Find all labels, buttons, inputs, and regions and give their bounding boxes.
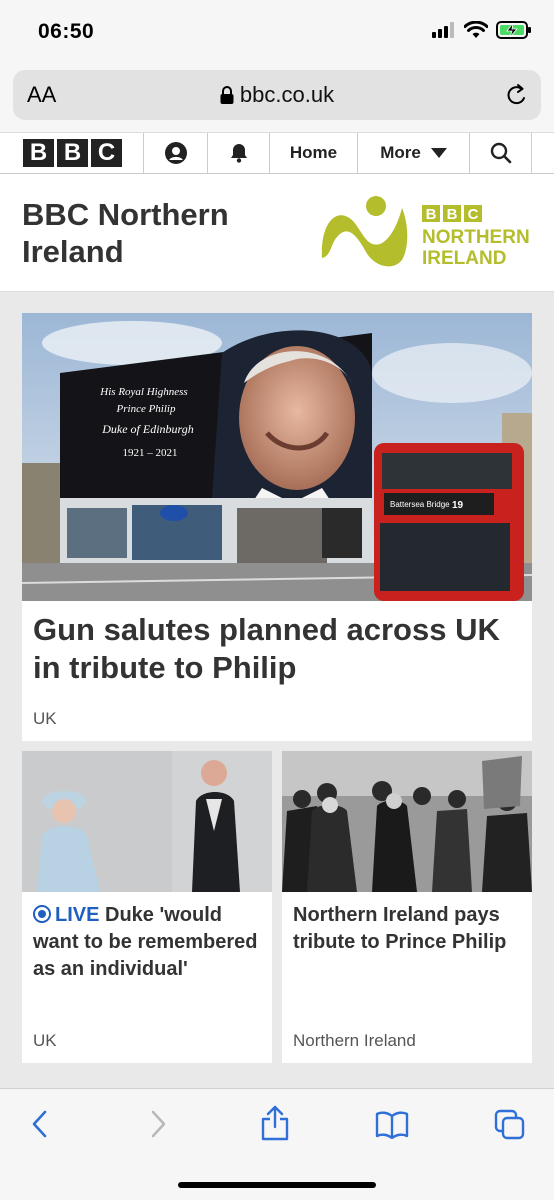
billboard-line-3: Duke of Edinburgh <box>101 422 194 436</box>
main-story-image[interactable]: His Royal Highness Prince Philip Duke of… <box>22 313 532 601</box>
reload-icon[interactable] <box>505 82 529 108</box>
story-right-image[interactable] <box>282 751 532 892</box>
main-story-card[interactable]: His Royal Highness Prince Philip Duke of… <box>22 313 532 741</box>
search-button[interactable] <box>470 133 532 173</box>
story-left-tag[interactable]: UK <box>33 1031 57 1051</box>
bell-icon <box>230 144 247 163</box>
piccadilly-billboard-photo: His Royal Highness Prince Philip Duke of… <box>22 313 532 601</box>
cellular-signal-icon <box>432 22 454 38</box>
queen-and-philip-photo <box>22 751 272 892</box>
account-button[interactable] <box>144 133 208 173</box>
section-header: BBC Northern Ireland B B C NORTHERN IREL… <box>0 174 554 292</box>
story-right-headline[interactable]: Northern Ireland pays tribute to Prince … <box>293 902 523 956</box>
nav-more-label: More <box>380 143 421 162</box>
billboard-line-4: 1921 – 2021 <box>123 447 178 459</box>
logo-letter: B <box>447 206 458 223</box>
crowd-photo <box>282 751 532 892</box>
main-story-headline[interactable]: Gun salutes planned across UK in tribute… <box>33 611 521 687</box>
billboard-line-1: His Royal Highness <box>99 386 187 398</box>
battery-charging-icon <box>496 21 531 39</box>
back-arrow-icon[interactable] <box>30 1109 50 1139</box>
story-card-left[interactable]: LIVE Duke 'would want to be remembered a… <box>22 751 272 1063</box>
story-right-tag[interactable]: Northern Ireland <box>293 1031 416 1051</box>
url-display[interactable]: bbc.co.uk <box>13 82 541 108</box>
status-icons <box>432 20 532 40</box>
status-bar: 06:50 <box>0 0 554 64</box>
bus-destination-text: Battersea Bridge <box>390 500 450 509</box>
story-card-right[interactable]: Northern Ireland pays tribute to Prince … <box>282 751 532 1063</box>
forward-arrow-icon[interactable] <box>148 1109 168 1139</box>
nav-home[interactable]: Home <box>270 133 358 173</box>
bbc-logo-letter: B <box>23 139 54 167</box>
search-icon <box>490 142 511 164</box>
logo-ireland-text: IRELAND <box>422 248 506 269</box>
status-time: 06:50 <box>38 20 95 43</box>
tabs-icon[interactable] <box>494 1109 526 1141</box>
live-label: LIVE <box>55 904 100 926</box>
lock-icon <box>220 86 234 104</box>
bbc-logo-letter: C <box>91 139 122 167</box>
bbc-logo[interactable]: B B C <box>0 133 144 173</box>
bookmarks-icon[interactable] <box>375 1111 409 1139</box>
notifications-button[interactable] <box>208 133 270 173</box>
url-text: bbc.co.uk <box>239 82 335 107</box>
live-indicator-icon <box>33 905 51 923</box>
bbc-navigation-bar: B B C Home More <box>0 132 554 174</box>
nav-more[interactable]: More <box>358 133 470 173</box>
logo-letter: B <box>426 206 437 223</box>
address-bar[interactable]: AA bbc.co.uk <box>13 70 541 120</box>
bbc-northern-ireland-logo[interactable]: B B C NORTHERN IRELAND <box>318 194 536 274</box>
share-icon[interactable] <box>260 1105 290 1141</box>
logo-northern-text: NORTHERN <box>422 227 530 248</box>
triangle-down-icon <box>430 148 447 158</box>
bus-number-text: 19 <box>452 500 464 511</box>
story-left-headline[interactable]: LIVE Duke 'would want to be remembered a… <box>33 902 263 983</box>
main-story-tag[interactable]: UK <box>33 709 57 729</box>
page-title: BBC Northern Ireland <box>22 197 229 269</box>
bbc-logo-letter: B <box>57 139 88 167</box>
wifi-icon <box>464 21 488 38</box>
browser-address-area: AA bbc.co.uk <box>0 64 554 132</box>
account-icon <box>164 142 187 164</box>
story-left-image[interactable] <box>22 751 272 892</box>
logo-letter: C <box>468 206 479 223</box>
billboard-line-2: Prince Philip <box>116 403 176 415</box>
home-indicator[interactable] <box>178 1182 376 1188</box>
